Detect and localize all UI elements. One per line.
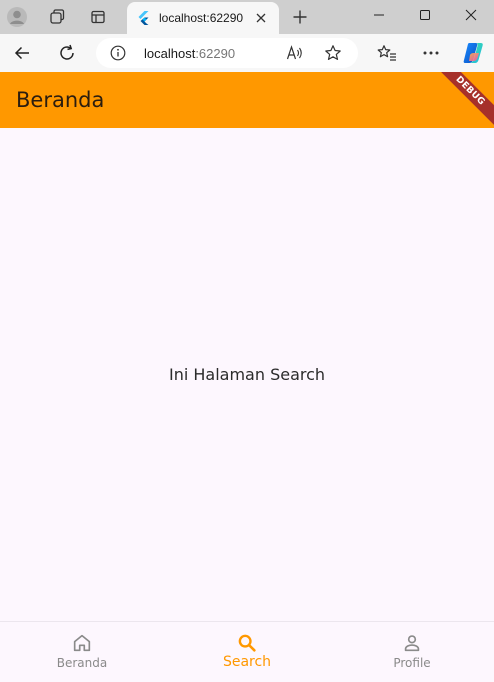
arrow-left-icon [14,46,29,60]
back-button[interactable] [8,39,36,67]
app-bar: Beranda DEBUG [0,72,494,129]
workspaces-icon [50,9,65,24]
debug-banner: DEBUG [432,72,494,129]
more-menu-button[interactable] [417,39,445,67]
close-window-icon [465,9,477,21]
profile-avatar-button[interactable] [4,5,30,29]
read-aloud-button[interactable] [286,44,304,62]
url-port: :62290 [195,46,236,61]
vertical-tabs-icon [91,10,105,24]
favorite-star-button[interactable] [324,44,342,62]
favorites-list-icon [377,45,396,61]
refresh-icon [60,44,74,60]
favorites-button[interactable] [373,39,401,67]
new-tab-button[interactable] [287,5,313,29]
tab-strip: localhost:62290 [0,0,494,34]
person-icon [404,635,420,652]
more-dots-icon [423,51,439,55]
profile-avatar-icon [7,7,27,27]
minimize-button[interactable] [356,0,402,30]
info-icon[interactable] [110,45,126,61]
refresh-button[interactable] [53,39,81,67]
copilot-icon [463,43,483,63]
nav-item-beranda[interactable]: Beranda [0,622,164,682]
browser-toolbar: localhost:62290 [0,34,494,72]
close-icon [256,13,266,23]
nav-label-profile: Profile [393,656,431,670]
flutter-favicon-icon [138,11,149,25]
home-icon [73,634,91,652]
workspaces-button[interactable] [44,5,70,29]
read-aloud-icon [286,45,302,60]
close-window-button[interactable] [448,0,494,30]
page-body: Ini Halaman Search [0,128,494,621]
tab-title: localhost:62290 [159,11,244,25]
url-text[interactable]: localhost:62290 [144,46,235,61]
url-host: localhost [144,46,196,61]
minimize-icon [374,14,384,16]
nav-item-profile[interactable]: Profile [330,622,494,682]
maximize-icon [420,10,430,20]
page-title: Beranda [16,88,105,112]
address-bar[interactable]: localhost:62290 [96,38,358,68]
star-icon [325,45,341,60]
nav-label-search: Search [222,654,272,670]
plus-icon [293,10,307,24]
app-viewport: Beranda DEBUG Ini Halaman Search Beranda… [0,72,494,682]
page-body-text: Ini Halaman Search [168,364,326,384]
browser-tab-active[interactable]: localhost:62290 [127,2,279,34]
browser-window: localhost:62290 localhost:62290 Beranda … [0,0,494,682]
tab-close-button[interactable] [253,10,269,26]
tab-actions-button[interactable] [85,5,111,29]
copilot-button[interactable] [459,39,487,67]
nav-item-search[interactable]: Search [165,622,329,682]
search-icon [238,634,256,652]
maximize-button[interactable] [402,0,448,30]
nav-label-beranda: Beranda [56,656,108,670]
bottom-navigation-bar: Beranda Search Profile [0,621,494,682]
